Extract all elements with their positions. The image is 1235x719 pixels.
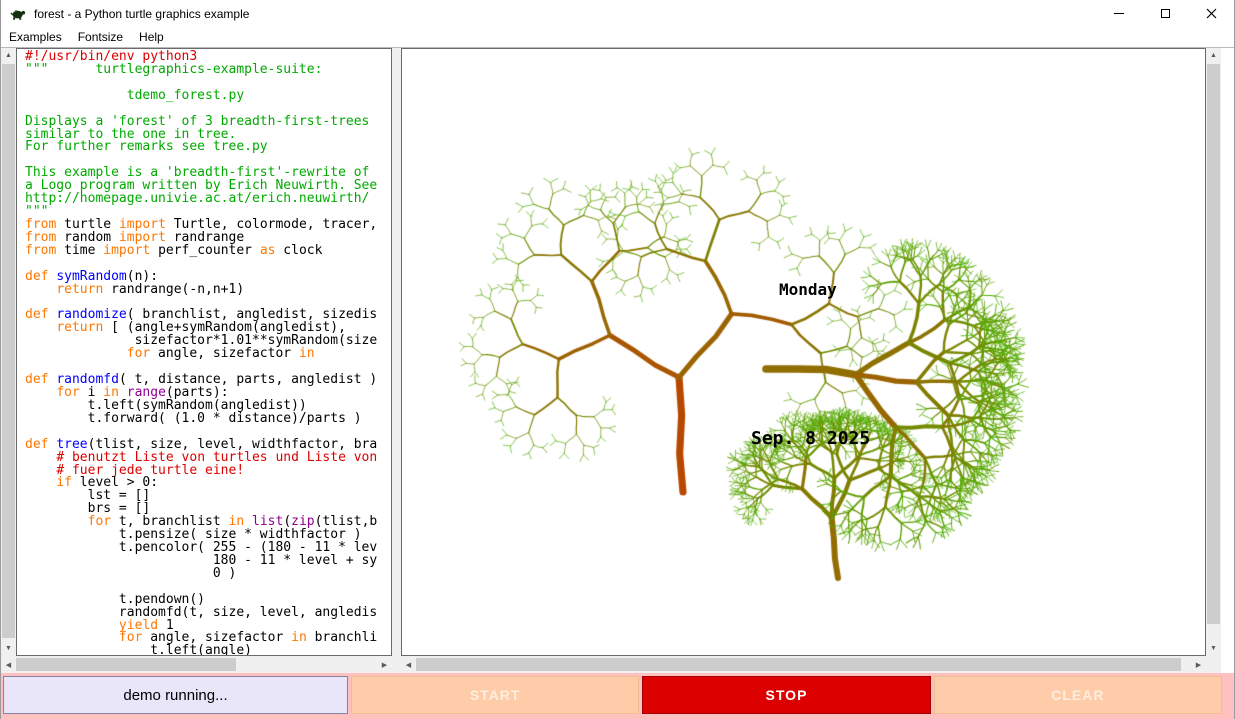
close-button[interactable]: [1188, 0, 1234, 27]
scroll-right-icon[interactable]: ▶: [1191, 657, 1206, 672]
editor-vscroll-thumb[interactable]: [2, 64, 15, 638]
code-line: http://homepage.univie.ac.at/erich.neuwi…: [25, 193, 391, 206]
turtle-icon: [10, 6, 26, 22]
demo-button-row: STARTSTOPCLEAR: [351, 676, 1222, 714]
code-line: t.forward( (1.0 * distance)/parts ): [25, 413, 391, 426]
code-line: from time import perf_counter as clock: [25, 245, 391, 258]
canvas-hscroll-thumb[interactable]: [416, 658, 1181, 671]
code-line: 0 ): [25, 568, 391, 581]
close-icon: [1206, 8, 1217, 19]
editor-horizontal-scrollbar[interactable]: ◀ ▶: [1, 656, 392, 673]
window-controls: [1096, 0, 1234, 27]
scroll-right-icon[interactable]: ▶: [377, 657, 392, 672]
minimize-button[interactable]: [1096, 0, 1142, 27]
scroll-up-icon[interactable]: ▲: [1, 48, 16, 63]
title-bar[interactable]: forest - a Python turtle graphics exampl…: [1, 0, 1234, 27]
code-line: for angle, sizefactor in: [25, 348, 391, 361]
canvas-text-label: Monday: [779, 280, 837, 299]
stop-button[interactable]: STOP: [642, 676, 930, 714]
maximize-button[interactable]: [1142, 0, 1188, 27]
scrollbar-corner: [1206, 656, 1221, 673]
forest-drawing: [402, 49, 1205, 655]
scroll-left-icon[interactable]: ◀: [1, 657, 16, 672]
menu-item-fontsize[interactable]: Fontsize: [70, 28, 131, 47]
scroll-left-icon[interactable]: ◀: [401, 657, 416, 672]
editor-vertical-scrollbar[interactable]: ▲ ▼: [1, 48, 16, 656]
scroll-down-icon[interactable]: ▼: [1, 641, 16, 656]
minimize-icon: [1114, 13, 1124, 14]
canvas-vertical-scrollbar[interactable]: ▲ ▼: [1206, 48, 1221, 656]
maximize-icon: [1161, 9, 1170, 18]
right-margin: [1221, 48, 1234, 673]
code-line: return randrange(-n,n+1): [25, 284, 391, 297]
code-line: tdemo_forest.py: [25, 90, 391, 103]
menu-item-examples[interactable]: Examples: [1, 28, 70, 47]
menu-bar: ExamplesFontsizeHelp: [1, 27, 1234, 48]
app-window: forest - a Python turtle graphics exampl…: [0, 0, 1235, 719]
window-title: forest - a Python turtle graphics exampl…: [34, 7, 249, 21]
clear-button[interactable]: CLEAR: [934, 676, 1222, 714]
canvas-text-label: Sep. 8 2025: [751, 428, 870, 449]
code-line: """ turtlegraphics-example-suite:: [25, 64, 391, 77]
scroll-up-icon[interactable]: ▲: [1206, 48, 1221, 63]
menu-item-help[interactable]: Help: [131, 28, 172, 47]
code-line: For further remarks see tree.py: [25, 141, 391, 154]
canvas-vscroll-thumb[interactable]: [1207, 64, 1220, 624]
editor-hscroll-thumb[interactable]: [16, 658, 236, 671]
canvas-horizontal-scrollbar[interactable]: ◀ ▶: [401, 656, 1206, 673]
code-line: t.left(angle): [25, 645, 391, 656]
status-bar: demo running... STARTSTOPCLEAR: [1, 673, 1234, 719]
turtle-graphics-canvas: Monday Sep. 8 2025: [401, 48, 1206, 656]
scroll-down-icon[interactable]: ▼: [1206, 641, 1221, 656]
source-code-view[interactable]: #!/usr/bin/env python3""" turtlegraphics…: [16, 48, 392, 656]
start-button[interactable]: START: [351, 676, 639, 714]
demo-state-label: demo running...: [3, 676, 348, 714]
